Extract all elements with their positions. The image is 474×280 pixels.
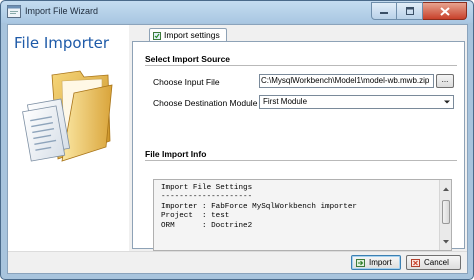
import-settings-page: Select Import Source Choose Input File C…	[132, 41, 465, 251]
sidebar-panel: File Importer	[8, 25, 129, 251]
title-bar[interactable]: Import File Wizard	[1, 1, 473, 23]
window-controls	[371, 2, 467, 20]
close-button[interactable]	[423, 2, 467, 20]
scrollbar-thumb[interactable]	[442, 200, 450, 224]
folder-documents-icon	[22, 70, 113, 162]
maximize-icon	[405, 7, 414, 15]
dialog-client-area: File Importer Import settings Select Imp…	[7, 24, 468, 274]
maximize-button[interactable]	[397, 2, 423, 20]
info-line: Import File Settings	[161, 184, 253, 192]
scroll-up-icon[interactable]	[442, 185, 450, 193]
input-file-label: Choose Input File	[153, 77, 220, 87]
import-button-label: Import	[369, 258, 392, 267]
scroll-down-icon[interactable]	[442, 238, 450, 246]
destination-module-select[interactable]: First Module	[259, 95, 454, 109]
vertical-scrollbar[interactable]	[439, 180, 451, 250]
settings-tab-icon	[153, 32, 161, 40]
dialog-footer: Import Cancel	[8, 251, 467, 273]
destination-module-label: Choose Destination Module	[153, 98, 258, 108]
browse-button[interactable]: ...	[436, 74, 454, 88]
section-divider	[145, 160, 457, 161]
minimize-icon	[380, 12, 388, 14]
cancel-button[interactable]: Cancel	[406, 255, 461, 270]
import-info-textarea[interactable]: Import File Settings -------------------…	[153, 179, 452, 251]
input-file-field[interactable]: C:\MysqlWorkbench\Model1\model-wb.mwb.zi…	[259, 74, 434, 88]
arrow-right-icon	[356, 259, 365, 267]
info-line: ORM : Doctrine2	[161, 222, 253, 230]
close-icon	[439, 6, 450, 16]
minimize-button[interactable]	[371, 2, 397, 20]
app-window-icon	[7, 5, 21, 18]
tab-import-settings[interactable]: Import settings	[149, 28, 227, 42]
select-import-source-heading: Select Import Source	[145, 54, 231, 64]
window-title: Import File Wizard	[25, 6, 99, 16]
tab-label: Import settings	[164, 30, 220, 40]
import-button[interactable]: Import	[351, 255, 401, 270]
destination-module-value: First Module	[263, 97, 308, 106]
info-line: Project : test	[161, 212, 230, 220]
cancel-button-label: Cancel	[424, 258, 449, 267]
info-line: --------------------	[161, 193, 253, 201]
app-title: File Importer	[14, 34, 110, 52]
chevron-down-icon	[444, 100, 450, 104]
section-divider	[145, 65, 457, 66]
import-file-wizard-window: Import File Wizard File Importer Import …	[0, 0, 474, 280]
cancel-icon	[411, 259, 420, 267]
info-line: Importer : FabForce MySqlWorkbench impor…	[161, 203, 357, 211]
tab-strip: Import settings	[132, 28, 465, 42]
file-import-info-heading: File Import Info	[145, 149, 207, 159]
